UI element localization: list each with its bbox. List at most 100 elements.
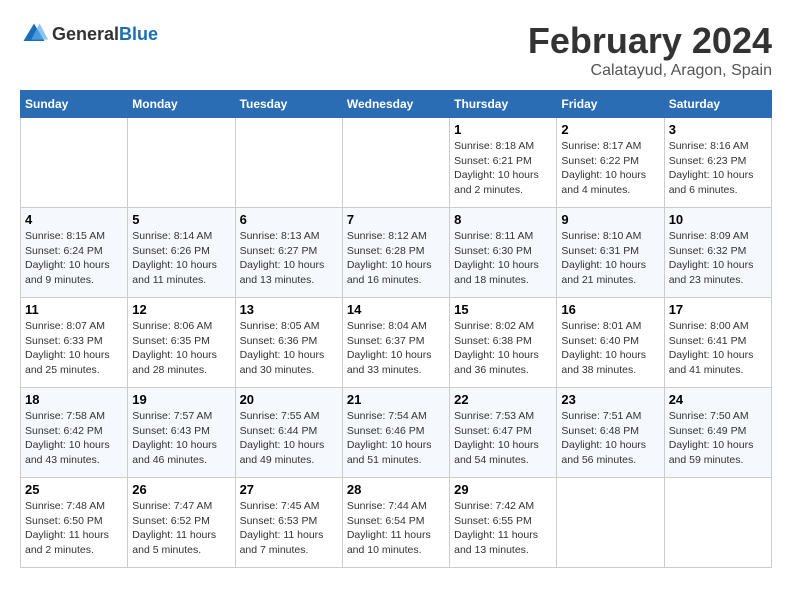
day-number: 10 — [669, 212, 767, 227]
day-info: Sunrise: 7:55 AMSunset: 6:44 PMDaylight:… — [240, 409, 338, 468]
day-number: 9 — [561, 212, 659, 227]
day-number: 2 — [561, 122, 659, 137]
day-info: Sunrise: 8:10 AMSunset: 6:31 PMDaylight:… — [561, 229, 659, 288]
day-number: 18 — [25, 392, 123, 407]
day-number: 11 — [25, 302, 123, 317]
title-block: February 2024 Calatayud, Aragon, Spain — [528, 20, 772, 80]
calendar-cell — [557, 478, 664, 568]
calendar-week-row: 1 Sunrise: 8:18 AMSunset: 6:21 PMDaylight… — [21, 118, 772, 208]
day-info: Sunrise: 8:14 AMSunset: 6:26 PMDaylight:… — [132, 229, 230, 288]
day-info: Sunrise: 8:02 AMSunset: 6:38 PMDaylight:… — [454, 319, 552, 378]
logo: GeneralBlue — [20, 20, 158, 48]
calendar-cell: 29 Sunrise: 7:42 AMSunset: 6:55 PMDayligh… — [450, 478, 557, 568]
calendar-cell: 7 Sunrise: 8:12 AMSunset: 6:28 PMDaylight… — [342, 208, 449, 298]
weekday-header-sunday: Sunday — [21, 91, 128, 118]
day-info: Sunrise: 8:01 AMSunset: 6:40 PMDaylight:… — [561, 319, 659, 378]
calendar-week-row: 4 Sunrise: 8:15 AMSunset: 6:24 PMDaylight… — [21, 208, 772, 298]
calendar-cell: 24Sunrise: 7:50 AMSunset: 6:49 PMDayligh… — [664, 388, 771, 478]
calendar-week-row: 25 Sunrise: 7:48 AMSunset: 6:50 PMDayligh… — [21, 478, 772, 568]
day-info: Sunrise: 8:16 AMSunset: 6:23 PMDaylight:… — [669, 139, 767, 198]
calendar-cell: 3 Sunrise: 8:16 AMSunset: 6:23 PMDaylight… — [664, 118, 771, 208]
calendar-cell: 22 Sunrise: 7:53 AMSunset: 6:47 PMDayligh… — [450, 388, 557, 478]
calendar-cell: 21Sunrise: 7:54 AMSunset: 6:46 PMDayligh… — [342, 388, 449, 478]
weekday-header-friday: Friday — [557, 91, 664, 118]
location-subtitle: Calatayud, Aragon, Spain — [528, 62, 772, 80]
logo-general: General — [52, 24, 119, 44]
logo-icon — [20, 20, 48, 48]
weekday-header-thursday: Thursday — [450, 91, 557, 118]
page-header: GeneralBlue February 2024 Calatayud, Ara… — [20, 20, 772, 80]
day-info: Sunrise: 7:51 AMSunset: 6:48 PMDaylight:… — [561, 409, 659, 468]
calendar-cell: 23Sunrise: 7:51 AMSunset: 6:48 PMDayligh… — [557, 388, 664, 478]
day-info: Sunrise: 7:48 AMSunset: 6:50 PMDaylight:… — [25, 499, 123, 558]
day-number: 6 — [240, 212, 338, 227]
day-number: 14 — [347, 302, 445, 317]
day-info: Sunrise: 7:44 AMSunset: 6:54 PMDaylight:… — [347, 499, 445, 558]
day-info: Sunrise: 8:00 AMSunset: 6:41 PMDaylight:… — [669, 319, 767, 378]
day-number: 7 — [347, 212, 445, 227]
day-info: Sunrise: 8:17 AMSunset: 6:22 PMDaylight:… — [561, 139, 659, 198]
weekday-header-monday: Monday — [128, 91, 235, 118]
day-number: 13 — [240, 302, 338, 317]
calendar-cell: 1 Sunrise: 8:18 AMSunset: 6:21 PMDaylight… — [450, 118, 557, 208]
day-info: Sunrise: 8:09 AMSunset: 6:32 PMDaylight:… — [669, 229, 767, 288]
weekday-header-row: SundayMondayTuesdayWednesdayThursdayFrid… — [21, 91, 772, 118]
day-number: 17 — [669, 302, 767, 317]
calendar-cell: 19Sunrise: 7:57 AMSunset: 6:43 PMDayligh… — [128, 388, 235, 478]
calendar-cell: 18 Sunrise: 7:58 AMSunset: 6:42 PMDayligh… — [21, 388, 128, 478]
day-number: 28 — [347, 482, 445, 497]
day-info: Sunrise: 7:47 AMSunset: 6:52 PMDaylight:… — [132, 499, 230, 558]
day-info: Sunrise: 7:53 AMSunset: 6:47 PMDaylight:… — [454, 409, 552, 468]
month-year-title: February 2024 — [528, 20, 772, 62]
day-number: 4 — [25, 212, 123, 227]
calendar-cell: 6Sunrise: 8:13 AMSunset: 6:27 PMDaylight… — [235, 208, 342, 298]
day-info: Sunrise: 8:18 AMSunset: 6:21 PMDaylight:… — [454, 139, 552, 198]
day-info: Sunrise: 7:50 AMSunset: 6:49 PMDaylight:… — [669, 409, 767, 468]
calendar-cell: 26 Sunrise: 7:47 AMSunset: 6:52 PMDayligh… — [128, 478, 235, 568]
calendar-week-row: 11 Sunrise: 8:07 AMSunset: 6:33 PMDayligh… — [21, 298, 772, 388]
day-number: 8 — [454, 212, 552, 227]
day-number: 29 — [454, 482, 552, 497]
calendar-cell — [235, 118, 342, 208]
weekday-header-saturday: Saturday — [664, 91, 771, 118]
calendar-cell: 15 Sunrise: 8:02 AMSunset: 6:38 PMDayligh… — [450, 298, 557, 388]
calendar-cell: 9 Sunrise: 8:10 AMSunset: 6:31 PMDaylight… — [557, 208, 664, 298]
calendar-table: SundayMondayTuesdayWednesdayThursdayFrid… — [20, 90, 772, 568]
day-info: Sunrise: 8:06 AMSunset: 6:35 PMDaylight:… — [132, 319, 230, 378]
calendar-week-row: 18 Sunrise: 7:58 AMSunset: 6:42 PMDayligh… — [21, 388, 772, 478]
calendar-cell: 10 Sunrise: 8:09 AMSunset: 6:32 PMDayligh… — [664, 208, 771, 298]
day-number: 3 — [669, 122, 767, 137]
day-info: Sunrise: 7:42 AMSunset: 6:55 PMDaylight:… — [454, 499, 552, 558]
day-number: 19 — [132, 392, 230, 407]
day-info: Sunrise: 8:11 AMSunset: 6:30 PMDaylight:… — [454, 229, 552, 288]
calendar-cell — [21, 118, 128, 208]
day-number: 1 — [454, 122, 552, 137]
day-info: Sunrise: 8:04 AMSunset: 6:37 PMDaylight:… — [347, 319, 445, 378]
weekday-header-tuesday: Tuesday — [235, 91, 342, 118]
calendar-cell: 25 Sunrise: 7:48 AMSunset: 6:50 PMDayligh… — [21, 478, 128, 568]
day-info: Sunrise: 8:15 AMSunset: 6:24 PMDaylight:… — [25, 229, 123, 288]
calendar-cell — [128, 118, 235, 208]
day-info: Sunrise: 7:54 AMSunset: 6:46 PMDaylight:… — [347, 409, 445, 468]
day-number: 16 — [561, 302, 659, 317]
logo-blue: Blue — [119, 24, 158, 44]
day-number: 26 — [132, 482, 230, 497]
day-number: 20 — [240, 392, 338, 407]
day-number: 12 — [132, 302, 230, 317]
calendar-cell: 2 Sunrise: 8:17 AMSunset: 6:22 PMDaylight… — [557, 118, 664, 208]
day-number: 25 — [25, 482, 123, 497]
calendar-cell: 4 Sunrise: 8:15 AMSunset: 6:24 PMDaylight… — [21, 208, 128, 298]
calendar-cell — [342, 118, 449, 208]
day-info: Sunrise: 8:07 AMSunset: 6:33 PMDaylight:… — [25, 319, 123, 378]
day-number: 15 — [454, 302, 552, 317]
calendar-cell: 14 Sunrise: 8:04 AMSunset: 6:37 PMDayligh… — [342, 298, 449, 388]
calendar-cell: 11 Sunrise: 8:07 AMSunset: 6:33 PMDayligh… — [21, 298, 128, 388]
day-number: 27 — [240, 482, 338, 497]
calendar-cell: 27Sunrise: 7:45 AMSunset: 6:53 PMDayligh… — [235, 478, 342, 568]
day-info: Sunrise: 8:12 AMSunset: 6:28 PMDaylight:… — [347, 229, 445, 288]
calendar-cell: 5Sunrise: 8:14 AMSunset: 6:26 PMDaylight… — [128, 208, 235, 298]
calendar-cell: 13Sunrise: 8:05 AMSunset: 6:36 PMDayligh… — [235, 298, 342, 388]
day-info: Sunrise: 7:58 AMSunset: 6:42 PMDaylight:… — [25, 409, 123, 468]
weekday-header-wednesday: Wednesday — [342, 91, 449, 118]
day-number: 22 — [454, 392, 552, 407]
